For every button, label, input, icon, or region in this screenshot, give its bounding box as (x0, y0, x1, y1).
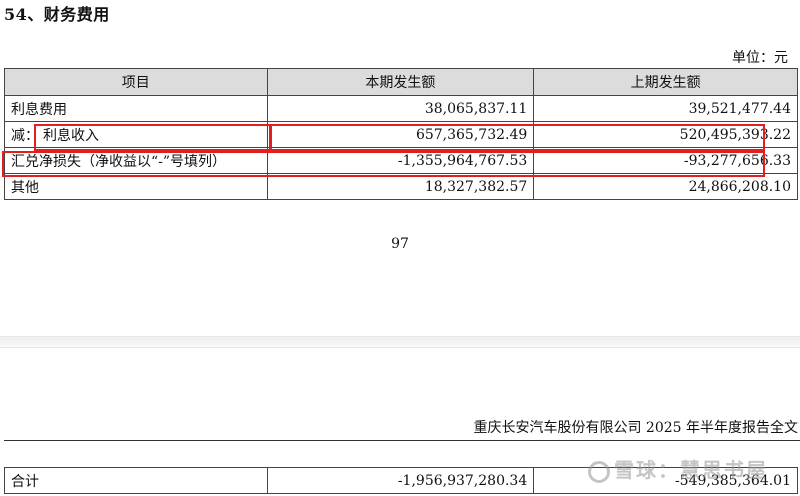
page-separator (0, 336, 800, 348)
row-prior: 24,866,208.10 (533, 173, 798, 200)
page-footer: 重庆长安汽车股份有限公司 2025 年半年度报告全文 (473, 420, 798, 436)
total-label: 合计 (4, 467, 268, 494)
snowball-logo-icon (588, 460, 610, 483)
highlight-box-interest-income-values (270, 124, 765, 151)
header-item: 项目 (4, 68, 268, 96)
highlight-box-interest-income-label (34, 124, 271, 151)
row-current: 38,065,837.11 (266, 95, 535, 122)
table-row: 其他 18,327,382.57 24,866,208.10 (4, 173, 798, 200)
table-row: 利息费用 38,065,837.11 39,521,477.44 (4, 95, 798, 122)
watermark: 雪球：慧思书屋 (588, 454, 768, 483)
row-item: 其他 (4, 173, 268, 200)
watermark-text: 雪球：慧思书屋 (614, 458, 768, 482)
unit-label: 单位：元 (732, 50, 788, 66)
table-header-row: 项目 本期发生额 上期发生额 (4, 68, 798, 96)
row-prior: 39,521,477.44 (533, 95, 798, 122)
total-current: -1,956,937,280.34 (266, 467, 535, 494)
header-prior-period: 上期发生额 (533, 68, 798, 96)
header-current-period: 本期发生额 (266, 68, 535, 96)
footer-divider (4, 440, 800, 441)
row-current: 18,327,382.57 (266, 173, 535, 200)
page-number: 97 (391, 236, 409, 252)
section-title: 54、财务费用 (4, 5, 110, 24)
row-item: 利息费用 (4, 95, 268, 122)
highlight-box-fx-loss-row (2, 151, 765, 177)
